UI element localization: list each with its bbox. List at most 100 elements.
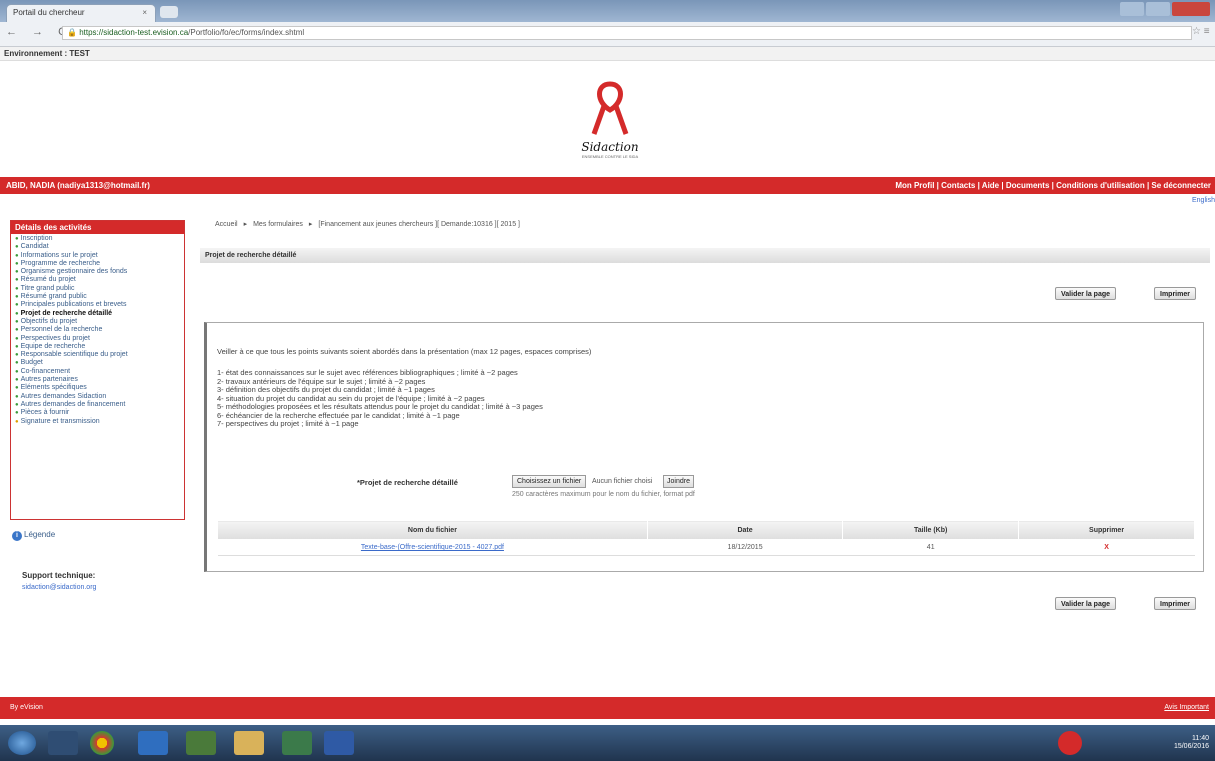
tab-title: Portail du chercheur: [13, 8, 85, 17]
sidebar-item[interactable]: Budget: [15, 359, 180, 367]
sidebar-item[interactable]: Perspectives du projet: [15, 335, 180, 343]
instruction-item: 7- perspectives du projet ; limité à ~1 …: [217, 419, 359, 428]
print-button-top[interactable]: Imprimer: [1154, 287, 1196, 300]
environment-label: Environnement : TEST: [0, 47, 1215, 61]
sidebar-item[interactable]: Candidat: [15, 243, 180, 251]
top-header-bar: ABID, NADIA (nadiya1313@hotmail.fr) Mon …: [0, 177, 1215, 194]
sidebar-item[interactable]: Signature et transmission: [15, 418, 180, 426]
sidebar-item[interactable]: Autres partenaires: [15, 376, 180, 384]
tab-close-icon[interactable]: ×: [142, 8, 147, 17]
support-email-link[interactable]: sidaction@sidaction.org: [22, 584, 96, 591]
folder-icon[interactable]: [234, 731, 264, 755]
sidebar-item[interactable]: Autres demandes de financement: [15, 401, 180, 409]
sidebar-item[interactable]: Principales publications et brevets: [15, 301, 180, 309]
url-path: /Portfolio/fo/ec/forms/index.shtml: [188, 28, 305, 37]
start-button-icon[interactable]: [8, 731, 36, 755]
files-table: Nom du fichier Date Taille (Kb) Supprime…: [217, 520, 1195, 556]
sidebar-item[interactable]: Objectifs du projet: [15, 318, 180, 326]
support-title: Support technique:: [22, 571, 96, 580]
ie-icon[interactable]: [138, 731, 168, 755]
user-identity[interactable]: ABID, NADIA (nadiya1313@hotmail.fr): [6, 177, 150, 194]
footer-credit-link[interactable]: By eVision: [10, 697, 43, 719]
sidebar-item[interactable]: Pièces à fournir: [15, 409, 180, 417]
minimize-button[interactable]: [1120, 2, 1144, 16]
footer-bar: By eVision Avis Important: [0, 697, 1215, 719]
bookmark-star-icon[interactable]: ☆ ≡: [1192, 26, 1210, 37]
sidebar-item[interactable]: Eléments spécifiques: [15, 384, 180, 392]
link-contacts[interactable]: Contacts: [941, 181, 975, 190]
window-controls: [1118, 2, 1210, 18]
sidebar-title: Détails des activités: [11, 221, 184, 234]
legend-label: Légende: [24, 530, 56, 539]
new-tab-button[interactable]: [160, 6, 178, 18]
breadcrumb-home[interactable]: Accueil: [215, 221, 238, 228]
sidebar-item[interactable]: Informations sur le projet: [15, 252, 180, 260]
sidebar-item[interactable]: Organisme gestionnaire des fonds: [15, 268, 180, 276]
system-clock[interactable]: 11:40 15/06/2016: [1174, 735, 1209, 751]
attach-button[interactable]: Joindre: [663, 475, 694, 488]
sidebar-item[interactable]: Inscription: [15, 235, 180, 243]
print-button-bottom[interactable]: Imprimer: [1154, 597, 1196, 610]
language-link[interactable]: English: [1192, 197, 1215, 204]
red-ribbon-icon: [591, 81, 629, 135]
link-documents[interactable]: Documents: [1006, 181, 1050, 190]
validate-page-button-top[interactable]: Valider la page: [1055, 287, 1117, 300]
link-help[interactable]: Aide: [982, 181, 999, 190]
chrome-icon[interactable]: [90, 731, 114, 755]
separator: |: [1001, 181, 1004, 190]
separator: |: [1146, 181, 1150, 190]
link-profile[interactable]: Mon Profil: [895, 181, 934, 190]
file-link[interactable]: Texte-base-(Offre-scientifique-2015 - 40…: [217, 539, 648, 556]
breadcrumb-sep-icon: ▸: [243, 221, 248, 228]
tray-app-icon[interactable]: [1058, 731, 1082, 755]
sidebar-item[interactable]: Personnel de la recherche: [15, 326, 180, 334]
choose-file-button[interactable]: Choisissez un fichier: [512, 475, 587, 488]
clock-date: 15/06/2016: [1173, 743, 1209, 750]
breadcrumb-forms[interactable]: Mes formulaires: [253, 221, 303, 228]
breadcrumb: Accueil ▸ Mes formulaires ▸ [Financement aux…: [215, 220, 520, 228]
sidebar-item[interactable]: Responsable scientifique du projet: [15, 351, 180, 359]
col-filename: Nom du fichier: [217, 520, 648, 540]
breadcrumb-current: [Financement aux jeunes chercheurs ][ De…: [318, 221, 520, 228]
sidebar-item[interactable]: Résumé grand public: [15, 293, 180, 301]
file-hint: 250 caractères maximum pour le nom du fi…: [512, 491, 695, 498]
sidebar-list: InscriptionCandidatInformations sur le p…: [11, 234, 184, 427]
file-field-label: *Projet de recherche détaillé: [357, 478, 458, 487]
validate-page-button-bottom[interactable]: Valider la page: [1055, 597, 1117, 610]
os-taskbar: 11:40 15/06/2016: [0, 725, 1215, 761]
sidebar-item[interactable]: Résumé du projet: [15, 276, 180, 284]
taskbar-app-icon[interactable]: [282, 731, 312, 755]
file-date: 18/12/2015: [647, 539, 843, 556]
link-logout[interactable]: Se déconnecter: [1151, 181, 1211, 190]
browser-tab[interactable]: Portail du chercheur ×: [6, 4, 156, 22]
col-date: Date: [646, 520, 844, 540]
sidebar-item[interactable]: Programme de recherche: [15, 260, 180, 268]
activity-sidebar: Détails des activités InscriptionCandida…: [10, 220, 185, 520]
section-title: Projet de recherche détaillé: [200, 248, 1210, 263]
clock-time: 11:40: [1192, 735, 1209, 742]
taskbar-app-icon[interactable]: [186, 731, 216, 755]
col-delete: Supprimer: [1018, 520, 1195, 540]
sidebar-item[interactable]: Projet de recherche détaillé: [15, 310, 180, 318]
close-window-button[interactable]: [1172, 2, 1210, 16]
instructions-intro: Veiller à ce que tous les points suivant…: [217, 347, 592, 356]
delete-file-icon[interactable]: X: [1018, 539, 1195, 556]
taskbar-app-icon[interactable]: [48, 731, 78, 755]
sidebar-item[interactable]: Co-financement: [15, 368, 180, 376]
maximize-button[interactable]: [1146, 2, 1170, 16]
sidebar-item[interactable]: Equipe de recherche: [15, 343, 180, 351]
sidebar-item[interactable]: Autres demandes Sidaction: [15, 393, 180, 401]
taskbar-app-icon[interactable]: [324, 731, 354, 755]
logo-text: Sidaction: [581, 140, 639, 154]
separator: |: [977, 181, 980, 190]
address-bar[interactable]: 🔒 https://sidaction-test.evision.ca/Port…: [62, 26, 1192, 40]
important-notice-link[interactable]: Avis Important: [1164, 697, 1209, 719]
sidaction-logo: Sidaction ENSEMBLE CONTRE LE SIDA: [580, 80, 640, 168]
link-terms[interactable]: Conditions d'utilisation: [1056, 181, 1145, 190]
legend-link[interactable]: i Légende: [12, 530, 55, 541]
breadcrumb-sep-icon: ▸: [308, 221, 313, 228]
sidebar-item[interactable]: Titre grand public: [15, 285, 180, 293]
logo-tagline: ENSEMBLE CONTRE LE SIDA: [581, 154, 639, 159]
lock-icon: 🔒: [67, 28, 77, 37]
browser-titlebar: [0, 0, 1215, 22]
